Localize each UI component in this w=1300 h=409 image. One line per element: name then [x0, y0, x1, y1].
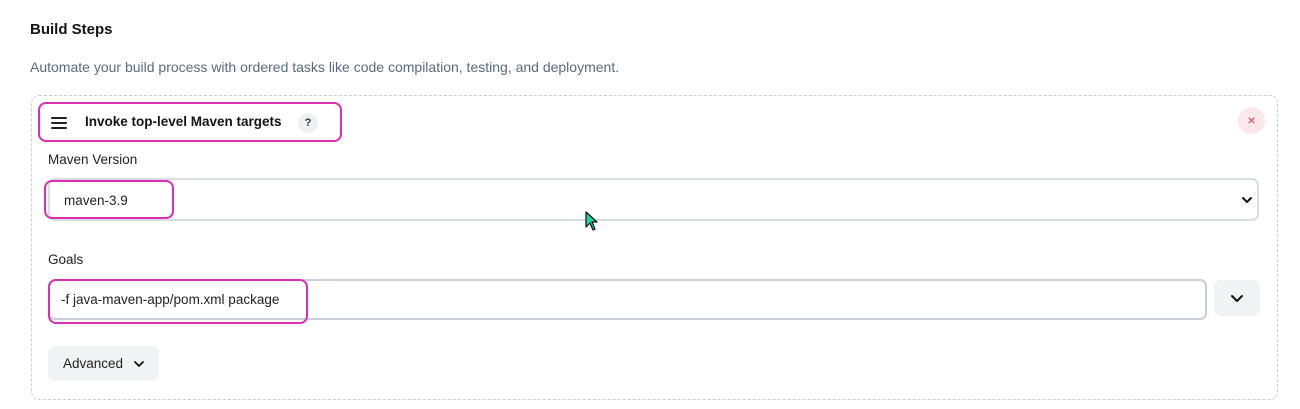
build-step-header: Invoke top-level Maven targets ? — [38, 102, 342, 142]
goals-label: Goals — [48, 252, 84, 267]
chevron-down-icon — [134, 361, 144, 367]
section-description: Automate your build process with ordered… — [30, 59, 620, 75]
mouse-cursor-icon — [585, 211, 598, 231]
advanced-button[interactable]: Advanced — [48, 346, 159, 381]
maven-version-select[interactable] — [48, 178, 1259, 221]
help-icon[interactable]: ? — [298, 113, 318, 133]
section-title: Build Steps — [30, 21, 113, 38]
build-step-title: Invoke top-level Maven targets — [85, 114, 282, 129]
maven-version-label: Maven Version — [48, 152, 138, 167]
chevron-down-icon — [1231, 295, 1243, 302]
drag-handle-icon[interactable] — [51, 117, 67, 129]
goals-value: -f java-maven-app/pom.xml package — [61, 292, 280, 307]
maven-version-value: maven-3.9 — [64, 193, 128, 208]
chevron-down-icon — [1242, 197, 1252, 203]
close-icon[interactable]: × — [1238, 107, 1265, 134]
advanced-button-label: Advanced — [63, 356, 124, 371]
goals-expand-button[interactable] — [1214, 280, 1260, 316]
